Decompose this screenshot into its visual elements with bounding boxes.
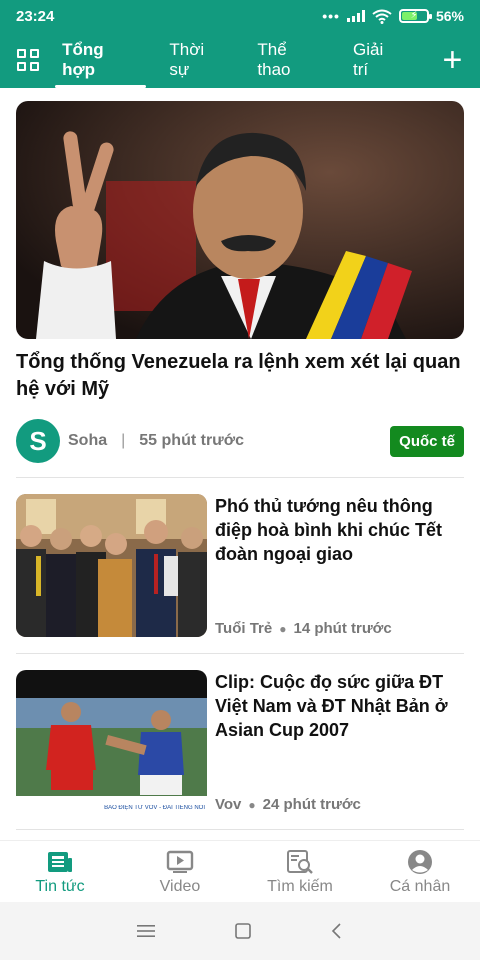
- hero-article-meta: S Soha | 55 phút trước Quốc tế: [16, 419, 464, 463]
- nav-search[interactable]: Tìm kiếm: [240, 841, 360, 902]
- news-icon: [47, 848, 73, 876]
- news-feed: Tổng thống Venezuela ra lệnh xem xét lại…: [0, 88, 480, 840]
- article-title[interactable]: Phó thủ tướng nêu thông điệp hoà bình kh…: [215, 494, 464, 566]
- tab-tong-hop[interactable]: Tổng hợp: [55, 32, 147, 88]
- nav-news-label: Tin tức: [35, 877, 85, 895]
- article-source[interactable]: Tuổi Trẻ: [215, 620, 272, 637]
- article-meta: Vov ● 24 phút trước: [215, 796, 464, 813]
- plus-icon: +: [442, 41, 463, 79]
- menu-icon[interactable]: [137, 924, 155, 938]
- status-bar: 23:24 ••• ⚡ 56%: [0, 0, 480, 32]
- hero-article-image[interactable]: [16, 101, 464, 339]
- back-icon[interactable]: [331, 923, 343, 939]
- bullet-icon: ●: [279, 621, 287, 636]
- article-time: 14 phút trước: [293, 620, 392, 637]
- signal-icon: [346, 10, 365, 22]
- status-icons: ••• ⚡ 56%: [322, 8, 464, 24]
- article-source[interactable]: Vov: [215, 796, 241, 813]
- more-notifications-icon: •••: [322, 8, 340, 24]
- article-time: 55 phút trước: [139, 432, 245, 449]
- article-title[interactable]: Clip: Cuộc đọ sức giữa ĐT Việt Nam và ĐT…: [215, 670, 464, 742]
- divider: [16, 829, 464, 830]
- home-icon[interactable]: [235, 923, 251, 939]
- battery-percent: 56%: [435, 8, 464, 24]
- article-meta: Tuổi Trẻ ● 14 phút trước: [215, 620, 464, 637]
- search-icon: [286, 848, 314, 876]
- tab-the-thao[interactable]: Thể thao: [250, 32, 330, 88]
- tab-giai-tri[interactable]: Giải trí: [346, 32, 409, 88]
- nav-video-label: Video: [159, 877, 201, 895]
- nav-profile[interactable]: Cá nhân: [360, 841, 480, 902]
- list-item[interactable]: Phó thủ tướng nêu thông điệp hoà bình kh…: [16, 478, 464, 653]
- source-avatar[interactable]: S: [16, 419, 60, 463]
- article-time: 24 phút trước: [262, 796, 361, 813]
- article-thumbnail[interactable]: BÁO ĐIỆN TỬ VOV - ĐÀI TIẾNG NÓI: [16, 670, 207, 813]
- article-thumbnail[interactable]: [16, 494, 207, 637]
- category-badge[interactable]: Quốc tế: [390, 425, 464, 457]
- nav-profile-label: Cá nhân: [389, 877, 451, 895]
- tab-thoi-su[interactable]: Thời sự: [162, 32, 234, 88]
- wifi-icon: [372, 9, 392, 24]
- bottom-navigation: Tin tức Video Tìm kiếm Cá nhân: [0, 840, 480, 902]
- grid-icon: [16, 49, 39, 71]
- article-source[interactable]: Soha: [68, 432, 107, 450]
- bullet-icon: ●: [248, 797, 256, 812]
- nav-news[interactable]: Tin tức: [0, 841, 120, 902]
- add-category-button[interactable]: +: [425, 32, 480, 88]
- battery-icon: ⚡: [398, 9, 432, 23]
- video-icon: [166, 848, 194, 876]
- system-navigation-bar: [0, 902, 480, 960]
- hero-article-title[interactable]: Tổng thống Venezuela ra lệnh xem xét lại…: [16, 349, 464, 403]
- nav-search-label: Tìm kiếm: [267, 877, 333, 895]
- nav-video[interactable]: Video: [120, 841, 240, 902]
- profile-icon: [407, 848, 433, 876]
- meta-separator: |: [121, 432, 126, 449]
- categories-grid-button[interactable]: [0, 32, 55, 88]
- category-tab-bar: Tổng hợp Thời sự Thể thao Giải trí +: [0, 32, 480, 88]
- status-time: 23:24: [16, 7, 55, 25]
- tabs: Tổng hợp Thời sự Thể thao Giải trí: [55, 32, 425, 88]
- list-item[interactable]: BÁO ĐIỆN TỬ VOV - ĐÀI TIẾNG NÓI Clip: Cu…: [16, 654, 464, 829]
- image-caption: BÁO ĐIỆN TỬ VOV - ĐÀI TIẾNG NÓI: [104, 805, 205, 811]
